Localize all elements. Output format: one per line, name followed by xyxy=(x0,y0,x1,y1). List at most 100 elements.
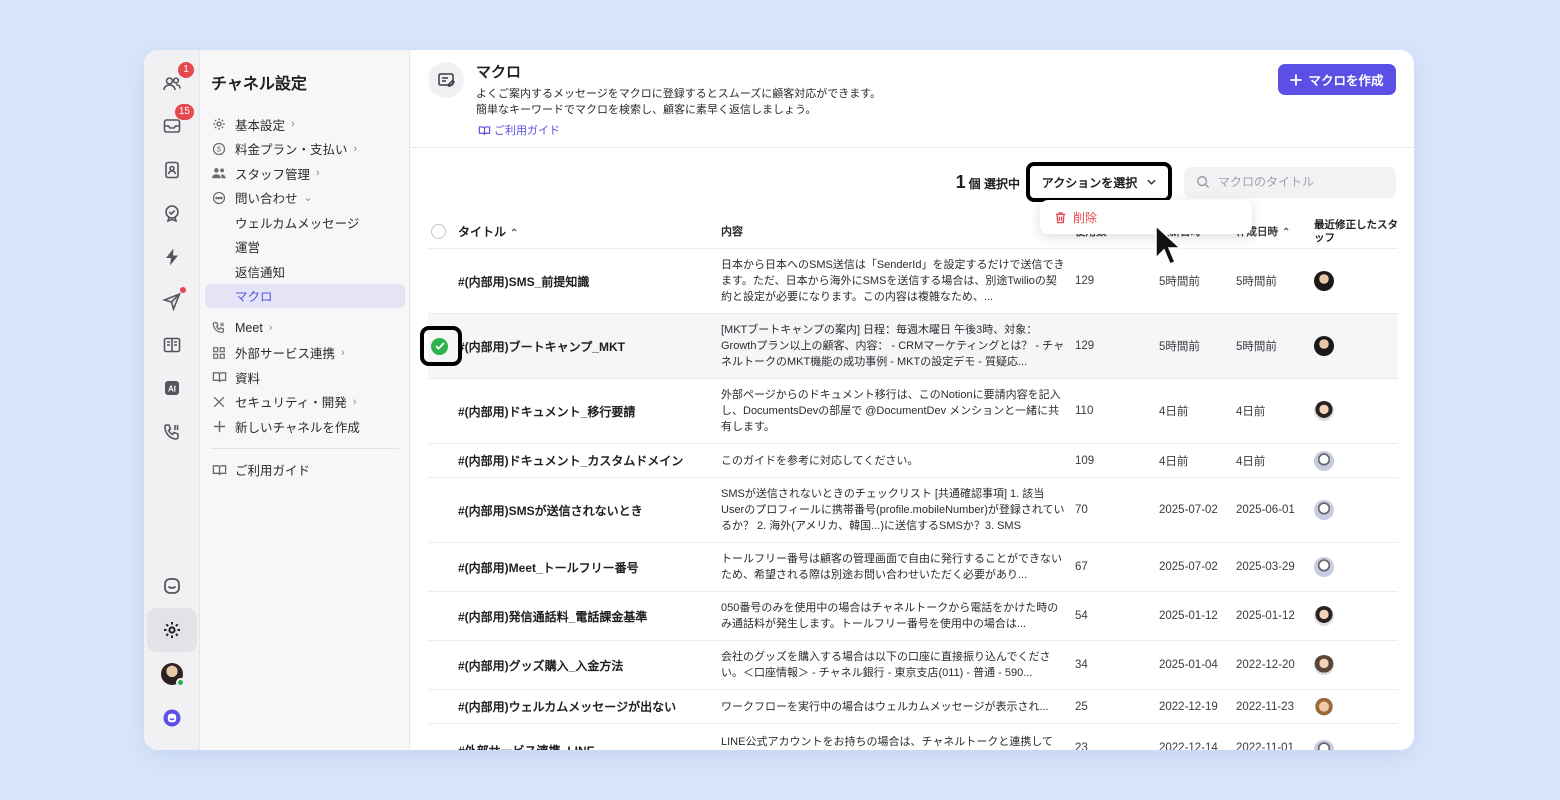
channel-logo-icon[interactable] xyxy=(154,700,190,736)
settings-gear-icon[interactable] xyxy=(147,608,197,652)
coin-icon: $ xyxy=(211,141,227,157)
row-updated: 2022-12-14 xyxy=(1159,742,1218,750)
sidebar-item-new-channel[interactable]: 新しいチャネルを作成 xyxy=(205,414,405,439)
sidebar-item-label: 新しいチャネルを作成 xyxy=(235,420,360,435)
select-all-cell xyxy=(428,224,458,239)
svg-text:AI: AI xyxy=(168,385,176,394)
sidebar-item-basic-settings[interactable]: 基本設定 › xyxy=(205,112,405,137)
user-avatar[interactable] xyxy=(154,656,190,692)
sidebar-item-label: 外部サービス連携 xyxy=(235,347,336,362)
ai-icon[interactable]: AI xyxy=(154,370,190,406)
row-created: 2022-11-23 xyxy=(1236,700,1294,713)
sidebar-title: チャネル設定 xyxy=(211,74,307,93)
row-body-text: [MKTブートキャンプの案内] 日程：毎週木曜日 午後3時、対象：Growthプ… xyxy=(721,324,1065,368)
sidebar-item-documents[interactable]: 資料 xyxy=(205,365,405,390)
table-row[interactable]: #(内部用)発信通話料_電話課金基準 050番号のみを使用中の場合はチャネルトー… xyxy=(428,592,1398,641)
sidebar-item-meet[interactable]: Meet › xyxy=(205,316,405,341)
settings-sidebar: チャネル設定 基本設定 › $ 料金プラン・支払い › スタッフ管理 › 問い合わせ ⌄… xyxy=(200,50,410,750)
mouse-cursor-icon xyxy=(1155,224,1182,265)
row-updated: 4日前 xyxy=(1159,406,1189,418)
column-title[interactable]: タイトル ⌃ xyxy=(458,223,721,240)
guide-link[interactable]: ご利用ガイド xyxy=(478,122,560,138)
table-row[interactable]: #外部サービス連携_LINE LINE公式アカウントをお持ちの場合は、チャネルト… xyxy=(428,724,1398,750)
inbox-icon[interactable]: 15 xyxy=(154,104,194,144)
sidebar-item-operation[interactable]: 運営 xyxy=(205,235,405,260)
sidebar-item-staff[interactable]: スタッフ管理 › xyxy=(205,161,405,186)
settings-nav: 基本設定 › $ 料金プラン・支払い › スタッフ管理 › 問い合わせ ⌄ ウェルカムメ… xyxy=(205,112,405,482)
row-usage: 110 xyxy=(1075,405,1094,417)
staff-avatar xyxy=(1314,450,1334,471)
row-body: 会社のグッズを購入する場合は以下の口座に直接振り込んでください。＜口座情報＞ -… xyxy=(721,649,1075,681)
inbox-badge: 15 xyxy=(174,104,194,120)
row-usage: 25 xyxy=(1075,700,1088,713)
table-row[interactable]: #(内部用)Meet_トールフリー番号 トールフリー番号は顧客の管理画面で自由に… xyxy=(428,543,1398,592)
row-updated: 5時間前 xyxy=(1159,276,1200,288)
sidebar-item-label: Meet xyxy=(235,321,263,336)
row-updated: 2025-07-02 xyxy=(1159,561,1218,573)
sidebar-item-label: 料金プラン・支払い xyxy=(235,143,348,158)
row-usage: 70 xyxy=(1075,504,1088,516)
staff-avatar xyxy=(1314,271,1334,291)
row-body: ワークフローを実行中の場合はウェルカムメッセージが表示され... xyxy=(721,699,1075,715)
table-row[interactable]: #(内部用)ドキュメント_カスタムドメイン このガイドを参考に対応してください。… xyxy=(428,444,1398,478)
gear-icon xyxy=(211,116,227,132)
row-updated: 4日前 xyxy=(1159,455,1189,468)
trash-icon xyxy=(1055,211,1066,223)
row-body-text: 会社のグッズを購入する場合は以下の口座に直接振り込んでください。＜口座情報＞ -… xyxy=(721,651,1051,679)
badge-check-icon[interactable] xyxy=(154,195,190,231)
lightning-icon[interactable] xyxy=(154,239,190,275)
table-row[interactable]: #(内部用)ブートキャンプ_MKT [MKTブートキャンプの案内] 日程：毎週木… xyxy=(420,314,1398,379)
table-row[interactable]: #(内部用)SMSが送信されないとき SMSが送信されないときのチェックリスト … xyxy=(428,478,1398,543)
page-header: マクロ よくご案内するメッセージをマクロに登録するとスムーズに顧客対応ができます… xyxy=(410,50,1414,148)
action-dropdown-delete[interactable]: 削除 xyxy=(1040,200,1252,234)
macro-search[interactable] xyxy=(1184,166,1396,198)
row-body: トールフリー番号は顧客の管理画面で自由に発行することができないため、希望される際… xyxy=(721,551,1075,583)
phone-icon[interactable] xyxy=(154,414,190,450)
page-title: マクロ xyxy=(476,63,522,81)
row-body-text: トールフリー番号は顧客の管理画面で自由に発行することができないため、希望される際… xyxy=(721,553,1062,581)
create-macro-button[interactable]: マクロを作成 xyxy=(1278,64,1396,95)
row-body: [MKTブートキャンプの案内] 日程：毎週木曜日 午後3時、対象：Growthプ… xyxy=(721,322,1075,370)
row-staff xyxy=(1314,606,1398,626)
contacts-icon[interactable]: 1 xyxy=(154,62,194,102)
sidebar-item-integrations[interactable]: 外部サービス連携 › xyxy=(205,341,405,366)
phone-icon xyxy=(211,320,227,336)
macro-icon xyxy=(428,62,464,98)
table-row[interactable]: #(内部用)ウェルカムメッセージが出ない ワークフローを実行中の場合はウェルカム… xyxy=(428,690,1398,724)
chat-bubble-icon[interactable] xyxy=(154,568,190,604)
description-line: 簡単なキーワードでマクロを検索し、顧客に素早く返信しましょう。 xyxy=(476,104,817,116)
search-input[interactable] xyxy=(1218,175,1378,189)
sidebar-item-welcome-message[interactable]: ウェルカムメッセージ xyxy=(205,210,405,235)
row-body-text: SMSが送信されないときのチェックリスト [共通確認事項] 1. 該当Userの… xyxy=(721,488,1065,532)
table-row[interactable]: #(内部用)ドキュメント_移行要請 外部ページからのドキュメント移行は、このNo… xyxy=(428,379,1398,444)
book-icon[interactable] xyxy=(154,327,190,363)
table-row[interactable]: #(内部用)グッズ購入_入金方法 会社のグッズを購入する場合は以下の口座に直接振… xyxy=(428,641,1398,690)
sidebar-item-reply-notification[interactable]: 返信通知 xyxy=(205,259,405,284)
chevron-right-icon: › xyxy=(353,142,358,155)
row-body-text: 外部ページからのドキュメント移行は、このNotionに要請内容を記入し、Docu… xyxy=(721,389,1061,433)
sidebar-item-guide[interactable]: ご利用ガイド xyxy=(205,458,405,483)
staff-avatar xyxy=(1314,336,1334,356)
row-body: SMSが送信されないときのチェックリスト [共通確認事項] 1. 該当Userの… xyxy=(721,486,1075,534)
grid-icon xyxy=(211,345,227,361)
row-usage: 109 xyxy=(1075,454,1095,467)
chevron-right-icon: › xyxy=(291,118,295,131)
description-line: よくご案内するメッセージをマクロに登録するとスムーズに顧客対応ができます。 xyxy=(476,88,882,100)
chat-dots-icon xyxy=(211,190,227,206)
row-usage: 129 xyxy=(1075,340,1095,352)
table-row[interactable]: #(内部用)SMS_前提知識 日本から日本へのSMS送信は「SenderId」を… xyxy=(428,249,1398,314)
sidebar-item-security-dev[interactable]: セキュリティ・開発 › xyxy=(205,390,405,415)
sidebar-item-label: 問い合わせ xyxy=(235,192,298,207)
row-body-text: ワークフローを実行中の場合はウェルカムメッセージが表示され... xyxy=(721,700,1049,713)
select-all-checkbox[interactable] xyxy=(431,224,446,239)
table-toolbar: 1 個 選択中 アクションを選択 xyxy=(956,162,1396,202)
contact-card-icon[interactable] xyxy=(154,152,190,188)
send-icon[interactable] xyxy=(154,283,190,319)
app-rail: 1 15 AI xyxy=(144,50,200,750)
sidebar-item-billing[interactable]: $ 料金プラン・支払い › xyxy=(205,137,405,162)
sidebar-item-inquiries[interactable]: 問い合わせ ⌄ xyxy=(205,186,405,211)
chevron-right-icon: › xyxy=(352,395,357,408)
sidebar-item-macro[interactable]: マクロ xyxy=(205,283,405,308)
action-select-button[interactable]: アクションを選択 xyxy=(1026,162,1172,202)
row-checkbox-cell[interactable] xyxy=(420,325,462,366)
